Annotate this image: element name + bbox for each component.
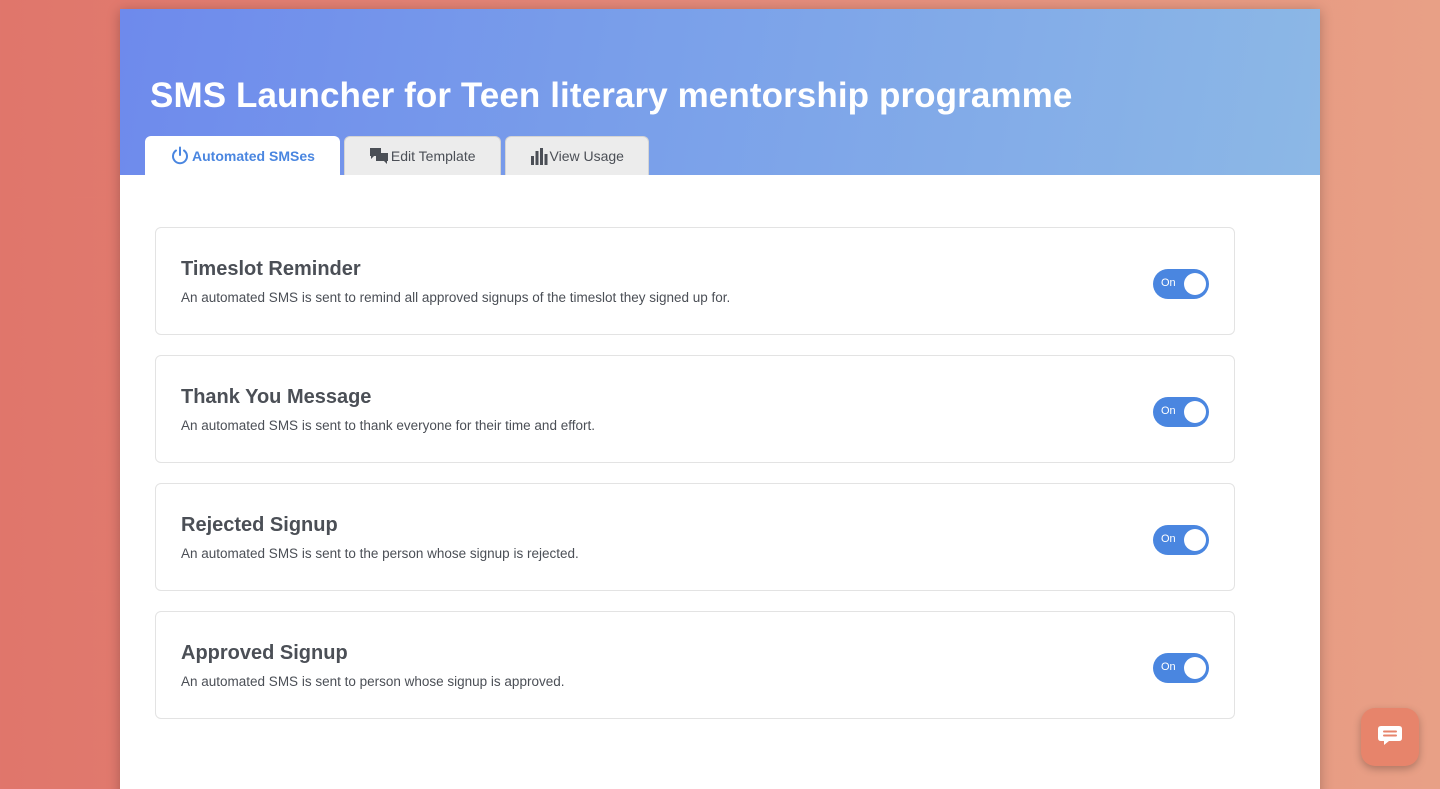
header: SMS Launcher for Teen literary mentorshi… [120, 9, 1320, 175]
power-icon [170, 146, 190, 166]
card-title: Approved Signup [181, 642, 348, 664]
toggle-label: On [1161, 405, 1176, 417]
card-description: An automated SMS is sent to the person w… [181, 546, 579, 561]
toggle-knob [1184, 529, 1206, 551]
card-timeslot-reminder: Timeslot Reminder An automated SMS is se… [155, 227, 1235, 335]
chat-bubbles-icon [369, 147, 389, 165]
tab-label: View Usage [549, 148, 624, 164]
tab-label: Edit Template [390, 148, 476, 164]
toggle-label: On [1161, 277, 1176, 289]
tab-edit-template[interactable]: Edit Template [343, 136, 501, 175]
card-title: Thank You Message [181, 386, 372, 408]
bar-chart-icon [530, 147, 548, 165]
toggle-knob [1184, 401, 1206, 423]
card-description: An automated SMS is sent to remind all a… [181, 290, 731, 305]
chat-widget-button[interactable] [1361, 708, 1419, 766]
tab-view-usage[interactable]: View Usage [504, 136, 649, 175]
toggle-knob [1184, 273, 1206, 295]
card-description: An automated SMS is sent to person whose… [181, 674, 565, 689]
card-rejected-signup: Rejected Signup An automated SMS is sent… [155, 483, 1235, 591]
timeslot-reminder-toggle[interactable]: On [1153, 269, 1209, 299]
toggle-label: On [1161, 661, 1176, 673]
card-title: Timeslot Reminder [181, 258, 361, 280]
toggle-knob [1184, 657, 1206, 679]
card-thank-you-message: Thank You Message An automated SMS is se… [155, 355, 1235, 463]
card-approved-signup: Approved Signup An automated SMS is sent… [155, 611, 1235, 719]
approved-signup-toggle[interactable]: On [1153, 653, 1209, 683]
thank-you-message-toggle[interactable]: On [1153, 397, 1209, 427]
tab-automated-smses[interactable]: Automated SMSes [145, 136, 340, 175]
sms-list: Timeslot Reminder An automated SMS is se… [120, 175, 1320, 719]
rejected-signup-toggle[interactable]: On [1153, 525, 1209, 555]
page-title: SMS Launcher for Teen literary mentorshi… [150, 76, 1073, 115]
chat-icon [1377, 724, 1403, 751]
card-title: Rejected Signup [181, 514, 338, 536]
tab-label: Automated SMSes [192, 148, 315, 164]
card-description: An automated SMS is sent to thank everyo… [181, 418, 595, 433]
main-panel: SMS Launcher for Teen literary mentorshi… [120, 9, 1320, 789]
tab-bar: Automated SMSes Edit Template View Usage [145, 136, 649, 175]
toggle-label: On [1161, 533, 1176, 545]
